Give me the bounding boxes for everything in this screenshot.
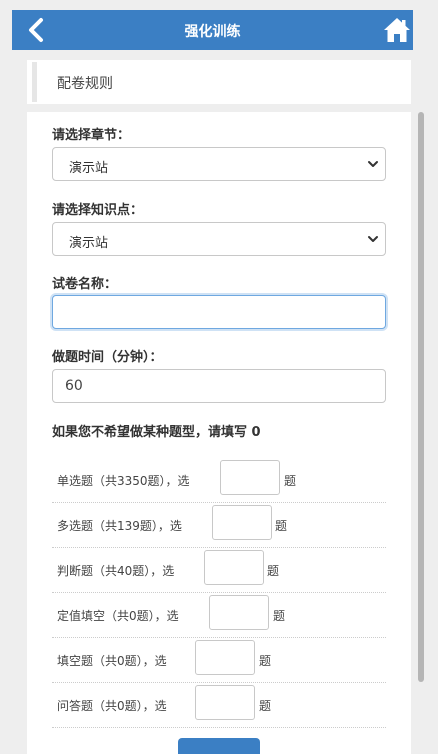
multi-choice-count-input[interactable] bbox=[212, 505, 272, 540]
chevron-down-icon bbox=[368, 161, 378, 167]
app-header: 强化训练 bbox=[12, 10, 413, 50]
single-choice-count-input[interactable] bbox=[220, 460, 280, 495]
essay-count-input[interactable] bbox=[195, 685, 255, 720]
zero-hint: 如果您不希望做某种题型，请填写 0 bbox=[52, 425, 261, 440]
duration-input[interactable]: 60 bbox=[52, 369, 386, 403]
duration-value: 60 bbox=[65, 378, 83, 394]
question-unit: 题 bbox=[259, 654, 272, 668]
duration-label: 做题时间（分钟）： bbox=[52, 350, 163, 365]
question-unit: 题 bbox=[273, 609, 286, 623]
chapter-label: 请选择章节： bbox=[52, 128, 131, 143]
question-type-label: 多选题（共139题），选 bbox=[57, 519, 182, 533]
knowledge-label: 请选择知识点： bbox=[52, 203, 144, 218]
question-unit: 题 bbox=[284, 474, 297, 488]
question-row-judge: 判断题（共40题），选 题 bbox=[52, 548, 386, 593]
question-type-label: 填空题（共0题），选 bbox=[57, 654, 167, 668]
question-row-multi: 多选题（共139题），选 题 bbox=[52, 503, 386, 548]
question-unit: 题 bbox=[259, 699, 272, 713]
knowledge-select[interactable]: 演示站 bbox=[52, 222, 386, 256]
question-row-fill: 填空题（共0题），选 题 bbox=[52, 638, 386, 683]
question-unit: 题 bbox=[275, 519, 288, 533]
question-row-essay: 问答题（共0题），选 题 bbox=[52, 683, 386, 728]
scrollbar-thumb[interactable] bbox=[418, 112, 424, 682]
submit-button[interactable] bbox=[178, 738, 260, 754]
rules-tab-accent bbox=[32, 62, 37, 102]
chevron-down-icon bbox=[368, 236, 378, 242]
rules-tab[interactable]: 配卷规则 bbox=[27, 60, 411, 104]
fill-blank-count-input[interactable] bbox=[195, 640, 255, 675]
question-type-label: 判断题（共40题），选 bbox=[57, 564, 175, 578]
knowledge-select-value: 演示站 bbox=[69, 236, 109, 251]
scrollbar[interactable] bbox=[417, 112, 425, 682]
chapter-select[interactable]: 演示站 bbox=[52, 147, 386, 181]
paper-name-label: 试卷名称： bbox=[52, 277, 118, 292]
true-false-count-input[interactable] bbox=[204, 550, 264, 585]
page-title: 强化训练 bbox=[184, 24, 241, 40]
question-unit: 题 bbox=[267, 564, 280, 578]
question-row-single: 单选题（共3350题），选 题 bbox=[52, 458, 386, 503]
fixed-fill-count-input[interactable] bbox=[209, 595, 269, 630]
question-type-label: 问答题（共0题），选 bbox=[57, 699, 167, 713]
chapter-select-value: 演示站 bbox=[69, 161, 109, 176]
home-icon[interactable] bbox=[383, 17, 411, 43]
rules-tab-label: 配卷规则 bbox=[57, 76, 113, 92]
paper-name-input[interactable] bbox=[52, 295, 386, 329]
question-row-fixed-fill: 定值填空（共0题），选 题 bbox=[52, 593, 386, 638]
question-type-label: 单选题（共3350题），选 bbox=[57, 474, 190, 488]
question-type-label: 定值填空（共0题），选 bbox=[57, 609, 179, 623]
